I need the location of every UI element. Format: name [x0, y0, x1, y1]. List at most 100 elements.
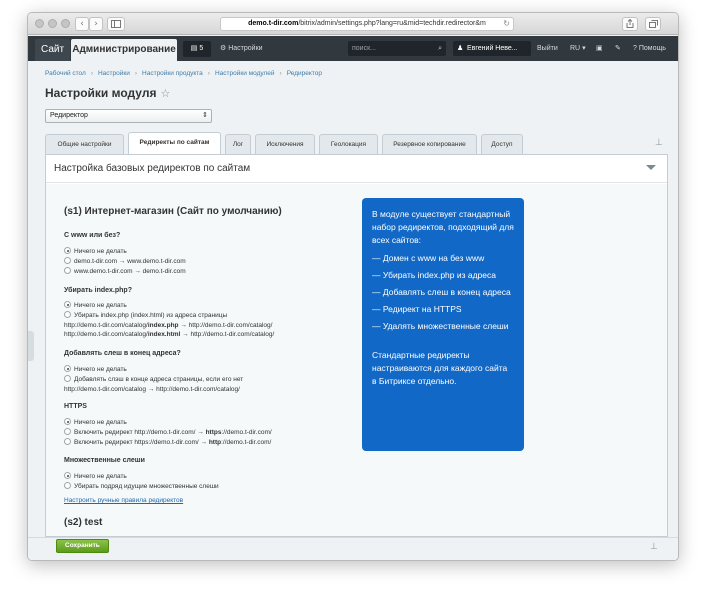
- radio-button[interactable]: [64, 257, 71, 264]
- slash-example: http://demo.t-dir.com/catalog → http://d…: [64, 386, 240, 393]
- option-label: Включить редирект https://demo.t-dir.com…: [74, 439, 209, 446]
- tab-general[interactable]: Общие настройки: [45, 134, 124, 154]
- breadcrumb-item[interactable]: Редиректор: [287, 70, 322, 77]
- user-menu[interactable]: ♟ Евгений Неве...: [453, 41, 531, 56]
- index-example-2: http://demo.t-dir.com/catalog/index.html…: [64, 330, 274, 339]
- option-label: Ничего не делать: [74, 473, 127, 480]
- radio-button-checked[interactable]: [64, 247, 71, 254]
- panel-toggle-button[interactable]: ▣: [596, 41, 603, 57]
- help-label: Помощь: [638, 45, 666, 52]
- chevron-down-icon: ▾: [582, 45, 586, 52]
- example-text: http://demo.t-dir.com/catalog/: [64, 331, 148, 338]
- search-placeholder: поиск...: [352, 45, 376, 52]
- search-input[interactable]: поиск... ⌕: [348, 41, 446, 56]
- info-callout: В модуле существует стандартный набор ре…: [362, 198, 524, 451]
- save-button[interactable]: Сохранить: [56, 539, 109, 553]
- radio-option[interactable]: Ничего не делать: [64, 301, 127, 310]
- option-label: Ничего не делать: [74, 419, 127, 426]
- callout-item: — Добавлять слеш в конец адреса: [372, 287, 511, 297]
- radio-button[interactable]: [64, 482, 71, 489]
- tab-access[interactable]: Доступ: [481, 134, 523, 154]
- url-path: /bitrix/admin/settings.php?lang=ru&mid=t…: [298, 20, 486, 27]
- breadcrumb-separator-icon: ›: [134, 70, 138, 77]
- radio-option[interactable]: www.demo.t-dir.com → demo.t-dir.com: [64, 267, 186, 276]
- notifications-button[interactable]: ▤ 5: [183, 41, 211, 57]
- breadcrumb-item[interactable]: Настройки продукта: [142, 70, 203, 77]
- breadcrumb-item[interactable]: Настройки модулей: [215, 70, 275, 77]
- radio-option[interactable]: demo.t-dir.com → www.demo.t-dir.com: [64, 257, 186, 266]
- select-arrows-icon: ⇕: [202, 112, 208, 119]
- radio-option[interactable]: Ничего не делать: [64, 472, 127, 481]
- radio-button-checked[interactable]: [64, 365, 71, 372]
- side-menu-handle[interactable]: [28, 331, 34, 361]
- module-select[interactable]: Редиректор ⇕: [45, 109, 212, 123]
- forward-button[interactable]: ›: [89, 17, 103, 31]
- help-button[interactable]: ? Помощь: [633, 41, 666, 57]
- url-domain: demo.t-dir.com: [248, 20, 299, 27]
- example-text: http://demo.t-dir.com/catalog/: [64, 322, 148, 329]
- radio-option[interactable]: Включить редирект https://demo.t-dir.com…: [64, 438, 271, 447]
- user-name: Евгений Неве...: [467, 45, 518, 52]
- radio-button[interactable]: [64, 375, 71, 382]
- tab-exceptions[interactable]: Исключения: [255, 134, 315, 154]
- radio-button[interactable]: [64, 428, 71, 435]
- option-label: demo.t-dir.com → www.demo.t-dir.com: [74, 258, 186, 265]
- example-bold: index.php: [147, 322, 179, 329]
- site-tab[interactable]: Сайт: [35, 39, 71, 61]
- site-s2-title: (s2) test: [64, 517, 103, 528]
- radio-button[interactable]: [64, 311, 71, 318]
- manual-rules-link[interactable]: Настроить ручные правила редиректов: [64, 497, 183, 504]
- tab-backup[interactable]: Резервное копирование: [382, 134, 477, 154]
- callout-item: — Удалять множественные слеши: [372, 321, 509, 331]
- settings-button[interactable]: ⚙ Настройки: [220, 41, 263, 57]
- logout-link[interactable]: Выйти: [537, 41, 558, 57]
- pin-bar-button[interactable]: ✎: [615, 41, 621, 57]
- radio-button-checked[interactable]: [64, 472, 71, 479]
- zoom-window-button[interactable]: [61, 19, 70, 28]
- example-text: → http://demo.t-dir.com/catalog/: [178, 322, 273, 329]
- example-bold: index.html: [147, 331, 181, 338]
- radio-button-checked[interactable]: [64, 418, 71, 425]
- tab-log[interactable]: Лог: [225, 134, 251, 154]
- main-content: Рабочий стол › Настройки › Настройки продукт…: [28, 61, 678, 560]
- radio-option[interactable]: Ничего не делать: [64, 365, 127, 374]
- site-s1-title: (s1) Интернет-магазин (Сайт по умолчанию…: [64, 206, 282, 217]
- pin-footer-icon[interactable]: ⊥: [650, 541, 658, 552]
- callout-intro: В модуле существует стандартный набор ре…: [372, 209, 514, 245]
- address-bar[interactable]: demo.t-dir.com/bitrix/admin/settings.php…: [220, 17, 514, 31]
- reload-icon[interactable]: ↻: [503, 18, 510, 30]
- close-window-button[interactable]: [35, 19, 44, 28]
- tabs-overview-button[interactable]: [645, 17, 661, 31]
- radio-option[interactable]: Ничего не делать: [64, 418, 127, 427]
- tab-geolocation[interactable]: Геолокация: [319, 134, 378, 154]
- sidebar-icon: [111, 20, 121, 28]
- browser-window: ‹ › demo.t-dir.com/bitrix/admin/settings…: [27, 12, 679, 561]
- collapse-triangle-icon[interactable]: [646, 165, 656, 170]
- favorite-star-icon[interactable]: ☆: [160, 88, 170, 100]
- sidebar-toggle-button[interactable]: [107, 17, 125, 31]
- radio-button[interactable]: [64, 267, 71, 274]
- radio-button[interactable]: [64, 438, 71, 445]
- language-switcher[interactable]: RU ▾: [570, 41, 586, 57]
- panel-header[interactable]: Настройка базовых редиректов по сайтам: [46, 155, 667, 183]
- minimize-window-button[interactable]: [48, 19, 57, 28]
- share-button[interactable]: [622, 17, 638, 31]
- radio-option[interactable]: Ничего не делать: [64, 247, 127, 256]
- back-button[interactable]: ‹: [75, 17, 89, 31]
- callout-outro: Стандартные редиректы настраиваются для …: [372, 350, 508, 386]
- radio-option[interactable]: Включить редирект http://demo.t-dir.com/…: [64, 428, 272, 437]
- tabs-icon: [648, 20, 658, 28]
- admin-tab[interactable]: Администрирование: [71, 39, 177, 61]
- page-title: Настройки модуля: [45, 86, 157, 100]
- pin-tabs-icon[interactable]: ⊥: [655, 137, 663, 148]
- breadcrumb-item[interactable]: Настройки: [98, 70, 130, 77]
- radio-option[interactable]: Убирать подряд идущие множественные слеш…: [64, 482, 219, 491]
- breadcrumb-item[interactable]: Рабочий стол: [45, 70, 86, 77]
- tab-site-redirects[interactable]: Редиректы по сайтам: [128, 132, 221, 154]
- question-https: HTTPS: [64, 403, 87, 410]
- radio-button-checked[interactable]: [64, 301, 71, 308]
- option-label-bold: https: [205, 429, 222, 436]
- radio-option[interactable]: Убирать index.php (index.html) из адреса…: [64, 311, 227, 320]
- option-label: Добавлять слэш в конце адреса страницы, …: [74, 376, 244, 383]
- radio-option[interactable]: Добавлять слэш в конце адреса страницы, …: [64, 375, 243, 384]
